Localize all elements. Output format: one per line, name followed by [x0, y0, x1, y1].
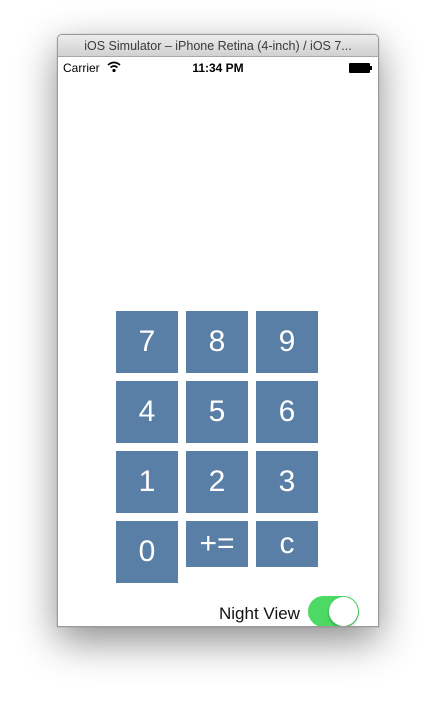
- key-7[interactable]: 7: [116, 311, 178, 373]
- key-0[interactable]: 0: [116, 521, 178, 583]
- toggle-knob[interactable]: [329, 597, 358, 626]
- battery-icon: [349, 63, 372, 73]
- key-9[interactable]: 9: [256, 311, 318, 373]
- status-time: 11:34 PM: [192, 61, 244, 75]
- night-view-toggle[interactable]: [308, 596, 359, 626]
- window-title: iOS Simulator – iPhone Retina (4-inch) /…: [58, 35, 378, 57]
- night-view-label: Night View: [219, 604, 300, 623]
- key-4[interactable]: 4: [116, 381, 178, 443]
- key-6[interactable]: 6: [256, 381, 318, 443]
- key-clear[interactable]: c: [256, 521, 318, 567]
- key-3[interactable]: 3: [256, 451, 318, 513]
- key-8[interactable]: 8: [186, 311, 248, 373]
- status-bar: Carrier 11:34 PM: [58, 57, 378, 77]
- key-plus-equals[interactable]: +=: [186, 521, 248, 567]
- phone-screen: Carrier 11:34 PM 7 8 9 4 5 6 1 2 3 0 += …: [58, 57, 378, 626]
- key-2[interactable]: 2: [186, 451, 248, 513]
- simulator-window: iOS Simulator – iPhone Retina (4-inch) /…: [57, 34, 379, 627]
- key-1[interactable]: 1: [116, 451, 178, 513]
- key-5[interactable]: 5: [186, 381, 248, 443]
